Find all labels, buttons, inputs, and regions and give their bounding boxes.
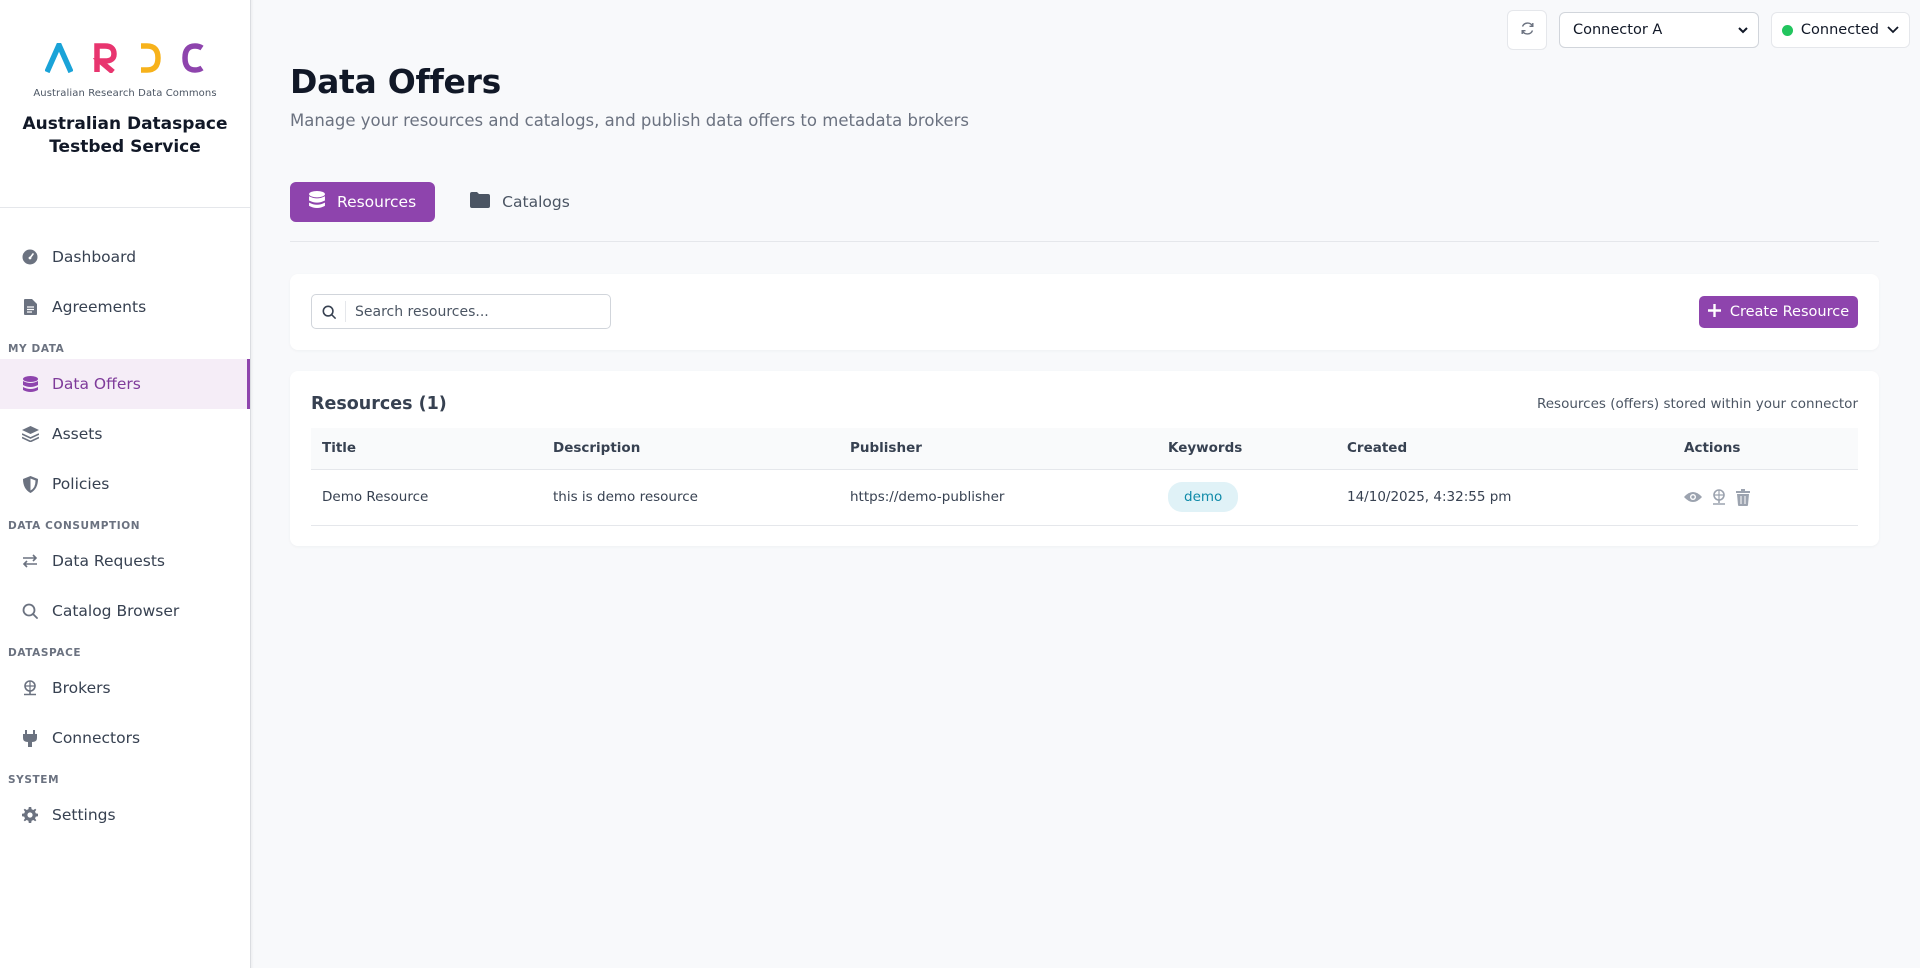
create-resource-button[interactable]: Create Resource	[1699, 296, 1858, 328]
app-title: Australian Dataspace Testbed Service	[0, 113, 250, 159]
keyword-badge: demo	[1168, 482, 1239, 512]
folder-icon	[470, 192, 491, 212]
sidebar-item-dashboard[interactable]: Dashboard	[0, 232, 250, 282]
sidebar-item-label: Settings	[52, 806, 116, 824]
table-header-row: Title Description Publisher Keywords Cre…	[311, 428, 1858, 469]
tab-label: Catalogs	[502, 193, 570, 211]
arrows-exchange-icon	[21, 552, 39, 570]
refresh-icon	[1520, 21, 1535, 40]
publish-broker-icon[interactable]	[1711, 488, 1727, 506]
sidebar-item-label: Agreements	[52, 298, 147, 316]
gauge-icon	[21, 248, 39, 266]
eye-icon[interactable]	[1684, 491, 1702, 503]
column-header-actions: Actions	[1684, 440, 1741, 457]
column-header-created: Created	[1347, 440, 1408, 457]
resources-title: Resources (1)	[311, 394, 447, 414]
search-input[interactable]	[346, 303, 596, 320]
tab-resources[interactable]: Resources	[290, 182, 436, 222]
section-my-data: MY DATA	[8, 342, 65, 355]
sidebar-item-settings[interactable]: Settings	[0, 790, 250, 840]
column-header-title: Title	[322, 440, 357, 457]
ardc-logo	[0, 38, 250, 78]
column-header-description: Description	[553, 440, 641, 457]
logo-subtitle: Australian Research Data Commons	[33, 88, 217, 99]
brand-header: Australian Research Data Commons Austral…	[0, 0, 250, 208]
plus-icon	[1707, 303, 1721, 321]
logo-letter-d	[141, 43, 161, 73]
sidebar-item-data-requests[interactable]: Data Requests	[0, 536, 250, 586]
broker-icon	[21, 679, 39, 697]
document-icon	[21, 298, 39, 316]
sidebar-item-label: Data Requests	[52, 552, 165, 570]
connection-status-label: Connected	[1800, 22, 1879, 38]
logo-letter-a	[45, 43, 73, 73]
page-title: Data Offers	[290, 62, 501, 101]
search-box	[311, 294, 611, 329]
sidebar-item-label: Brokers	[52, 679, 111, 697]
connector-select-value: Connector A	[1573, 22, 1663, 38]
section-dataspace: DATASPACE	[8, 646, 82, 659]
cell-title: Demo Resource	[322, 489, 429, 505]
column-header-keywords: Keywords	[1168, 440, 1243, 457]
search-icon	[21, 602, 39, 620]
cell-description: this is demo resource	[553, 489, 698, 505]
sidebar-item-agreements[interactable]: Agreements	[0, 282, 250, 332]
logo-letter-c	[182, 43, 204, 73]
resources-hint: Resources (offers) stored within your co…	[1536, 396, 1858, 412]
sidebar-item-policies[interactable]: Policies	[0, 459, 250, 509]
sidebar-item-label: Catalog Browser	[52, 602, 180, 620]
cell-actions	[1673, 469, 1858, 525]
section-data-consumption: DATA CONSUMPTION	[8, 519, 141, 532]
shield-icon	[21, 475, 39, 493]
app-title-line2: Testbed Service	[49, 137, 201, 157]
database-icon	[309, 191, 325, 213]
tab-catalogs[interactable]: Catalogs	[451, 182, 589, 222]
connector-select[interactable]: Connector A	[1559, 12, 1759, 48]
tab-label: Resources	[337, 193, 417, 211]
sidebar-item-connectors[interactable]: Connectors	[0, 713, 250, 763]
resource-toolbar: Create Resource	[290, 274, 1879, 350]
chevron-down-icon	[1887, 26, 1899, 34]
column-header-publisher: Publisher	[850, 440, 922, 457]
gear-icon	[21, 806, 39, 824]
database-icon	[21, 375, 39, 393]
logo-letter-r	[93, 43, 117, 73]
cell-created: 14/10/2025, 4:32:55 pm	[1347, 489, 1512, 505]
search-icon	[312, 301, 346, 322]
cell-keywords: demo	[1157, 469, 1336, 525]
resources-card: Resources (1) Resources (offers) stored …	[290, 371, 1879, 546]
sidebar-item-label: Connectors	[52, 729, 141, 747]
tab-bar: Resources Catalogs	[290, 182, 1879, 242]
table-row[interactable]: Demo Resource this is demo resource http…	[311, 469, 1858, 525]
sidebar-item-label: Assets	[52, 425, 103, 443]
sidebar-nav: Dashboard Agreements MY DATA Data Offers…	[0, 208, 250, 840]
resources-table: Title Description Publisher Keywords Cre…	[311, 428, 1858, 526]
sidebar-item-data-offers[interactable]: Data Offers	[0, 359, 250, 409]
app-title-line1: Australian Dataspace	[22, 114, 228, 134]
sidebar-item-label: Policies	[52, 475, 110, 493]
layers-icon	[21, 425, 39, 443]
sidebar-item-label: Data Offers	[52, 375, 141, 393]
section-system: SYSTEM	[8, 773, 60, 786]
sidebar-item-brokers[interactable]: Brokers	[0, 663, 250, 713]
trash-icon[interactable]	[1736, 488, 1750, 506]
topbar: Connector A Connected	[1507, 10, 1910, 50]
sidebar: Australian Research Data Commons Austral…	[0, 0, 254, 968]
plug-icon	[21, 729, 39, 747]
status-dot	[1782, 24, 1793, 36]
create-resource-label: Create Resource	[1729, 304, 1850, 320]
cell-publisher: https://demo-publisher	[850, 489, 1005, 505]
sidebar-item-catalog-browser[interactable]: Catalog Browser	[0, 586, 250, 636]
chevron-down-icon	[1738, 22, 1748, 38]
sidebar-item-label: Dashboard	[52, 248, 137, 266]
refresh-button[interactable]	[1507, 10, 1547, 50]
page-subtitle: Manage your resources and catalogs, and …	[290, 111, 969, 130]
sidebar-item-assets[interactable]: Assets	[0, 409, 250, 459]
connection-status-dropdown[interactable]: Connected	[1771, 12, 1910, 48]
